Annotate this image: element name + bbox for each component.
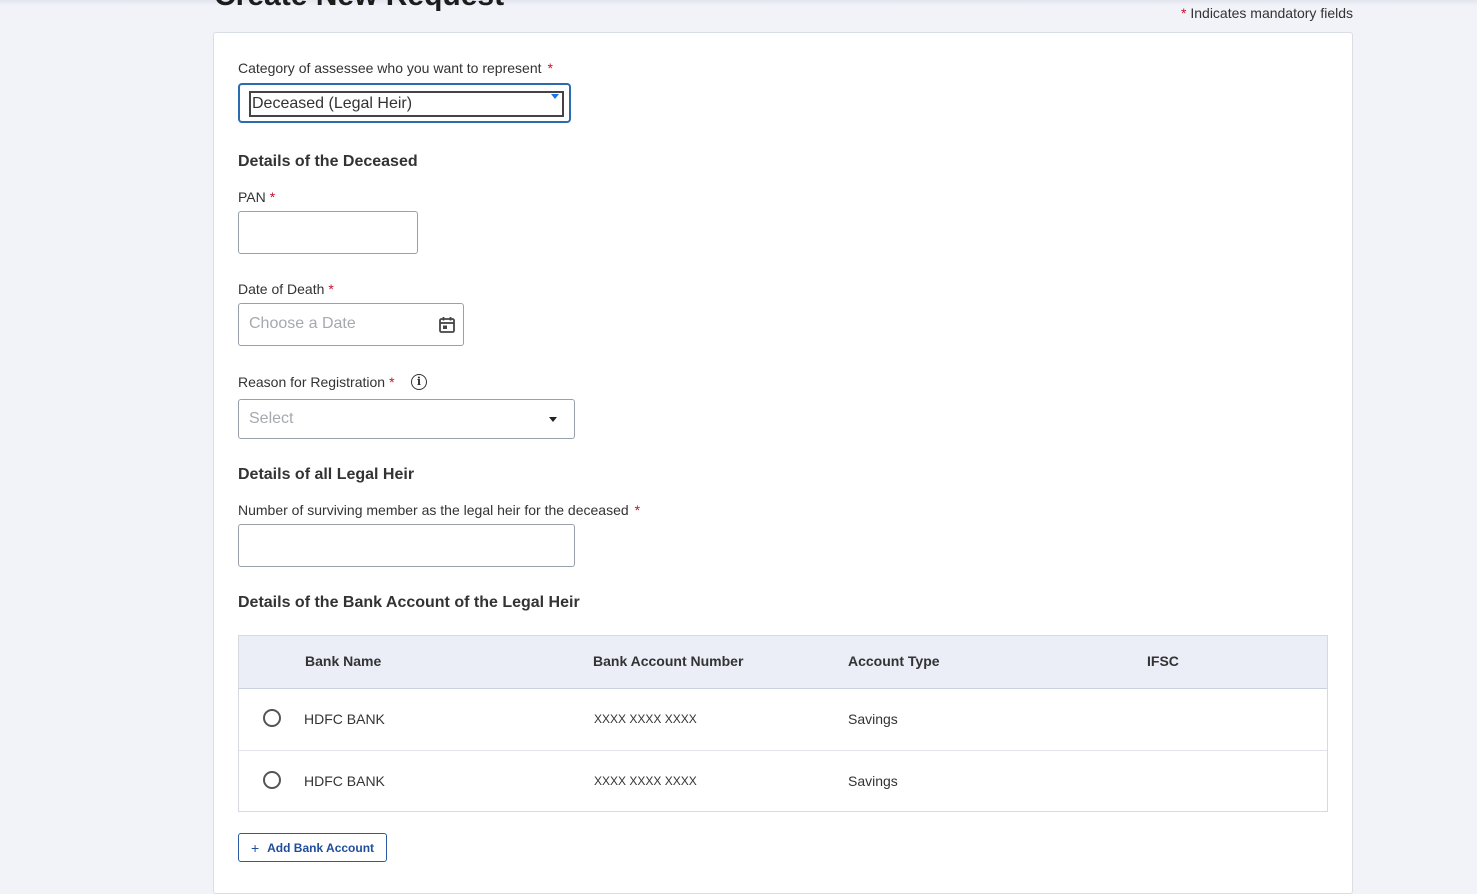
required-star: *: [389, 374, 395, 390]
plus-icon: +: [250, 839, 260, 856]
reason-label: Reason for Registration *: [238, 374, 395, 390]
pan-label-text: PAN: [238, 189, 266, 205]
legal-heir-section-title: Details of all Legal Heir: [238, 466, 415, 483]
account-type-cell: Savings: [848, 773, 898, 789]
required-star: *: [1181, 5, 1187, 21]
required-star: *: [634, 502, 641, 518]
column-header-bank-name: Bank Name: [305, 653, 382, 669]
table-row[interactable]: HDFC BANK XXXX XXXX XXXX Savings: [239, 688, 1327, 751]
reason-label-text: Reason for Registration: [238, 374, 386, 390]
add-bank-account-label: Add Bank Account: [267, 840, 375, 855]
reason-placeholder: Select: [249, 410, 294, 427]
deceased-section-title: Details of the Deceased: [238, 153, 418, 170]
table-header: Bank Name Bank Account Number Account Ty…: [239, 636, 1327, 689]
surviving-members-label-text: Number of surviving member as the legal …: [238, 502, 629, 518]
required-star: *: [547, 60, 553, 76]
category-label: Category of assessee who you want to rep…: [238, 60, 553, 76]
pan-input[interactable]: [238, 211, 418, 254]
bank-name-cell: HDFC BANK: [304, 773, 385, 789]
row-radio[interactable]: [263, 771, 281, 789]
date-of-death-label: Date of Death *: [238, 281, 334, 297]
calendar-icon[interactable]: [438, 316, 456, 334]
mandatory-note: * Indicates mandatory fields: [1181, 5, 1353, 21]
date-of-death-input[interactable]: Choose a Date: [238, 303, 464, 346]
add-bank-account-button[interactable]: + Add Bank Account: [238, 833, 387, 862]
category-select-value: Deceased (Legal Heir): [249, 91, 564, 117]
row-radio[interactable]: [263, 709, 281, 727]
surviving-members-label: Number of surviving member as the legal …: [238, 502, 640, 518]
chevron-down-icon: [551, 94, 559, 99]
account-type-cell: Savings: [848, 711, 898, 727]
date-of-death-label-text: Date of Death: [238, 281, 325, 297]
mandatory-note-text: Indicates mandatory fields: [1190, 5, 1353, 21]
required-star: *: [269, 189, 276, 205]
date-placeholder: Choose a Date: [249, 315, 356, 332]
category-select[interactable]: Deceased (Legal Heir): [238, 83, 571, 123]
surviving-members-input[interactable]: [238, 524, 575, 567]
chevron-down-icon: [549, 417, 557, 422]
bank-section-title: Details of the Bank Account of the Legal…: [238, 594, 580, 611]
column-header-account-type: Account Type: [848, 653, 940, 669]
account-number-cell: XXXX XXXX XXXX: [594, 774, 697, 788]
column-header-account-number: Bank Account Number: [593, 653, 744, 669]
request-form-card: Category of assessee who you want to rep…: [213, 32, 1353, 894]
category-label-text: Category of assessee who you want to rep…: [238, 60, 542, 76]
bank-account-table: Bank Name Bank Account Number Account Ty…: [238, 635, 1328, 812]
column-header-ifsc: IFSC: [1147, 653, 1179, 669]
reason-select[interactable]: Select: [238, 399, 575, 439]
page-title: Create New Request: [214, 0, 504, 11]
pan-label: PAN *: [238, 189, 275, 205]
account-number-cell: XXXX XXXX XXXX: [594, 712, 697, 726]
bank-name-cell: HDFC BANK: [304, 711, 385, 727]
table-row[interactable]: HDFC BANK XXXX XXXX XXXX Savings: [239, 750, 1327, 812]
info-icon[interactable]: i: [411, 374, 427, 390]
required-star: *: [328, 281, 334, 297]
